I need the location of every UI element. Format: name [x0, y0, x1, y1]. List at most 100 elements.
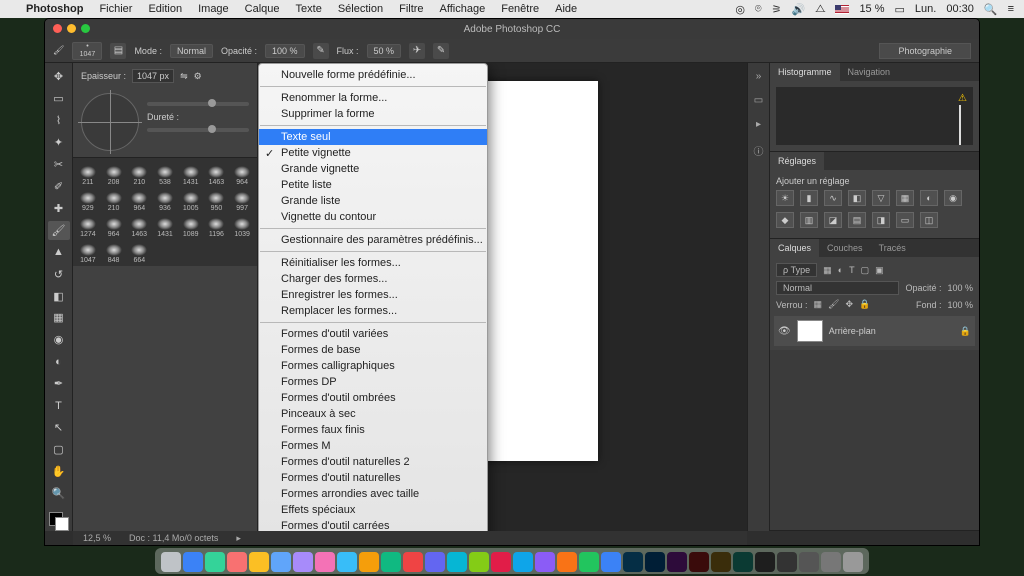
dock-app-icon[interactable] [315, 552, 335, 572]
dock-app-icon[interactable] [733, 552, 753, 572]
brush-preset-cell[interactable]: 1274 [75, 212, 101, 238]
size-pressure-icon[interactable]: ✎ [433, 43, 449, 59]
airbrush-icon[interactable]: ✈ [409, 43, 425, 59]
menubar-item[interactable]: Fichier [91, 3, 140, 15]
brush-preset-cell[interactable]: 1005 [178, 186, 204, 212]
tab-paths[interactable]: Tracés [871, 239, 914, 257]
exposure-adjust-icon[interactable]: ◧ [848, 190, 866, 206]
context-menu-item[interactable]: Vignette du contour [259, 209, 487, 225]
tab-layers[interactable]: Calques [770, 239, 819, 257]
flip-x-icon[interactable]: ⇋ [180, 71, 188, 82]
dock-app-icon[interactable] [381, 552, 401, 572]
lock-all-icon[interactable]: 🔒 [859, 299, 870, 310]
doc-info[interactable]: Doc : 11,4 Mo/0 octets [129, 533, 218, 543]
brush-preset-cell[interactable]: 848 [101, 238, 127, 264]
dock-app-icon[interactable] [491, 552, 511, 572]
blur-tool-icon[interactable]: ◉ [48, 330, 70, 349]
context-menu-item[interactable]: Gestionnaire des paramètres prédéfinis..… [259, 232, 487, 248]
brush-preset-cell[interactable]: 1196 [204, 212, 230, 238]
quick-select-tool-icon[interactable]: ✦ [48, 133, 70, 152]
brush-preset-cell[interactable]: 964 [229, 160, 255, 186]
dock-app-icon[interactable] [557, 552, 577, 572]
brush-panel-toggle-icon[interactable]: ▤ [110, 43, 126, 59]
actions-panel-icon[interactable]: ▸ [752, 119, 766, 133]
shape-tool-icon[interactable]: ▢ [48, 440, 70, 459]
menubar-item[interactable]: Image [190, 3, 237, 15]
brush-preset-cell[interactable]: 936 [152, 186, 178, 212]
input-source-flag-icon[interactable] [835, 5, 849, 14]
brush-preset-cell[interactable]: 929 [75, 186, 101, 212]
context-menu-item[interactable]: Enregistrer les formes... [259, 287, 487, 303]
brush-preset-cell[interactable]: 1431 [178, 160, 204, 186]
filter-pixel-icon[interactable]: ▦ [823, 265, 832, 276]
dock-app-icon[interactable] [271, 552, 291, 572]
arrow-icon[interactable]: » [752, 71, 766, 85]
context-menu-item[interactable]: Grande vignette [259, 161, 487, 177]
tab-channels[interactable]: Couches [819, 239, 871, 257]
layer-blend-select[interactable]: Normal [776, 281, 899, 295]
dock-app-icon[interactable] [711, 552, 731, 572]
context-menu-item[interactable]: Texte seul [259, 129, 487, 145]
layer-opacity-value[interactable]: 100 % [947, 283, 973, 293]
pen-tool-icon[interactable]: ✒ [48, 374, 70, 393]
brush-preset-cell[interactable]: 964 [101, 212, 127, 238]
layer-thumbnail[interactable] [797, 320, 823, 342]
dock-app-icon[interactable] [161, 552, 181, 572]
tab-navigation[interactable]: Navigation [840, 63, 899, 81]
flow-input[interactable]: 50 % [367, 44, 402, 58]
dock-app-icon[interactable] [777, 552, 797, 572]
minimize-window-button[interactable] [67, 24, 76, 33]
dock-app-icon[interactable] [403, 552, 423, 572]
context-menu-item[interactable]: Formes M [259, 438, 487, 454]
dock-app-icon[interactable] [623, 552, 643, 572]
brush-preset-cell[interactable]: 1463 [204, 160, 230, 186]
photo-filter-icon[interactable]: ◉ [944, 190, 962, 206]
context-menu-item[interactable]: Formes d'outil carrées [259, 518, 487, 531]
invert-adjust-icon[interactable]: ◪ [824, 212, 842, 228]
dock-app-icon[interactable] [293, 552, 313, 572]
brush-preset-cell[interactable]: 1047 [75, 238, 101, 264]
dock-app-icon[interactable] [425, 552, 445, 572]
zoom-window-button[interactable] [81, 24, 90, 33]
notification-center-icon[interactable]: ≡ [1008, 3, 1014, 15]
dodge-tool-icon[interactable]: ◐ [48, 352, 70, 371]
dock-app-icon[interactable] [843, 552, 863, 572]
filter-shape-icon[interactable]: ▢ [861, 265, 870, 276]
history-panel-icon[interactable]: ▭ [752, 95, 766, 109]
dock-app-icon[interactable] [469, 552, 489, 572]
vibrance-adjust-icon[interactable]: ▽ [872, 190, 890, 206]
brush-preset-cell[interactable]: 964 [126, 186, 152, 212]
brush-preset-picker[interactable]: •1047 [72, 42, 102, 60]
layer-row-background[interactable]: 👁 Arrière-plan 🔒 [774, 316, 975, 346]
brush-tool-icon[interactable]: 🖌 [48, 221, 70, 240]
info-panel-icon[interactable]: ⓘ [752, 143, 766, 157]
menubar-item[interactable]: Calque [237, 3, 288, 15]
brush-preset-cell[interactable]: 210 [126, 160, 152, 186]
gradient-tool-icon[interactable]: ▦ [48, 308, 70, 327]
marquee-tool-icon[interactable]: ▭ [48, 89, 70, 108]
brush-preset-cell[interactable]: 1431 [152, 212, 178, 238]
levels-adjust-icon[interactable]: ▮ [800, 190, 818, 206]
context-menu-item[interactable]: Formes d'outil naturelles 2 [259, 454, 487, 470]
context-menu-item[interactable]: Remplacer les formes... [259, 303, 487, 319]
eraser-tool-icon[interactable]: ◧ [48, 287, 70, 306]
brightness-adjust-icon[interactable]: ☀ [776, 190, 794, 206]
context-menu-item[interactable]: Renommer la forme... [259, 90, 487, 106]
brush-preset-cell[interactable]: 1089 [178, 212, 204, 238]
context-menu-item[interactable]: Petite liste [259, 177, 487, 193]
dock-app-icon[interactable] [447, 552, 467, 572]
brush-preset-cell[interactable]: 210 [101, 186, 127, 212]
curves-adjust-icon[interactable]: ∿ [824, 190, 842, 206]
menubar-item[interactable]: Filtre [391, 3, 431, 15]
opacity-input[interactable]: 100 % [265, 44, 305, 58]
tab-histogram[interactable]: Histogramme [770, 63, 840, 81]
filter-smart-icon[interactable]: ▣ [875, 265, 884, 276]
dock-app-icon[interactable] [755, 552, 775, 572]
status-arrow-icon[interactable]: ▸ [236, 533, 241, 544]
bw-adjust-icon[interactable]: ◐ [920, 190, 938, 206]
lock-transparency-icon[interactable]: ▦ [814, 299, 823, 310]
context-menu-item[interactable]: Formes d'outil variées [259, 326, 487, 342]
context-menu-item[interactable]: Effets spéciaux [259, 502, 487, 518]
path-select-tool-icon[interactable]: ↖ [48, 418, 70, 437]
context-menu-item[interactable]: Formes de base [259, 342, 487, 358]
